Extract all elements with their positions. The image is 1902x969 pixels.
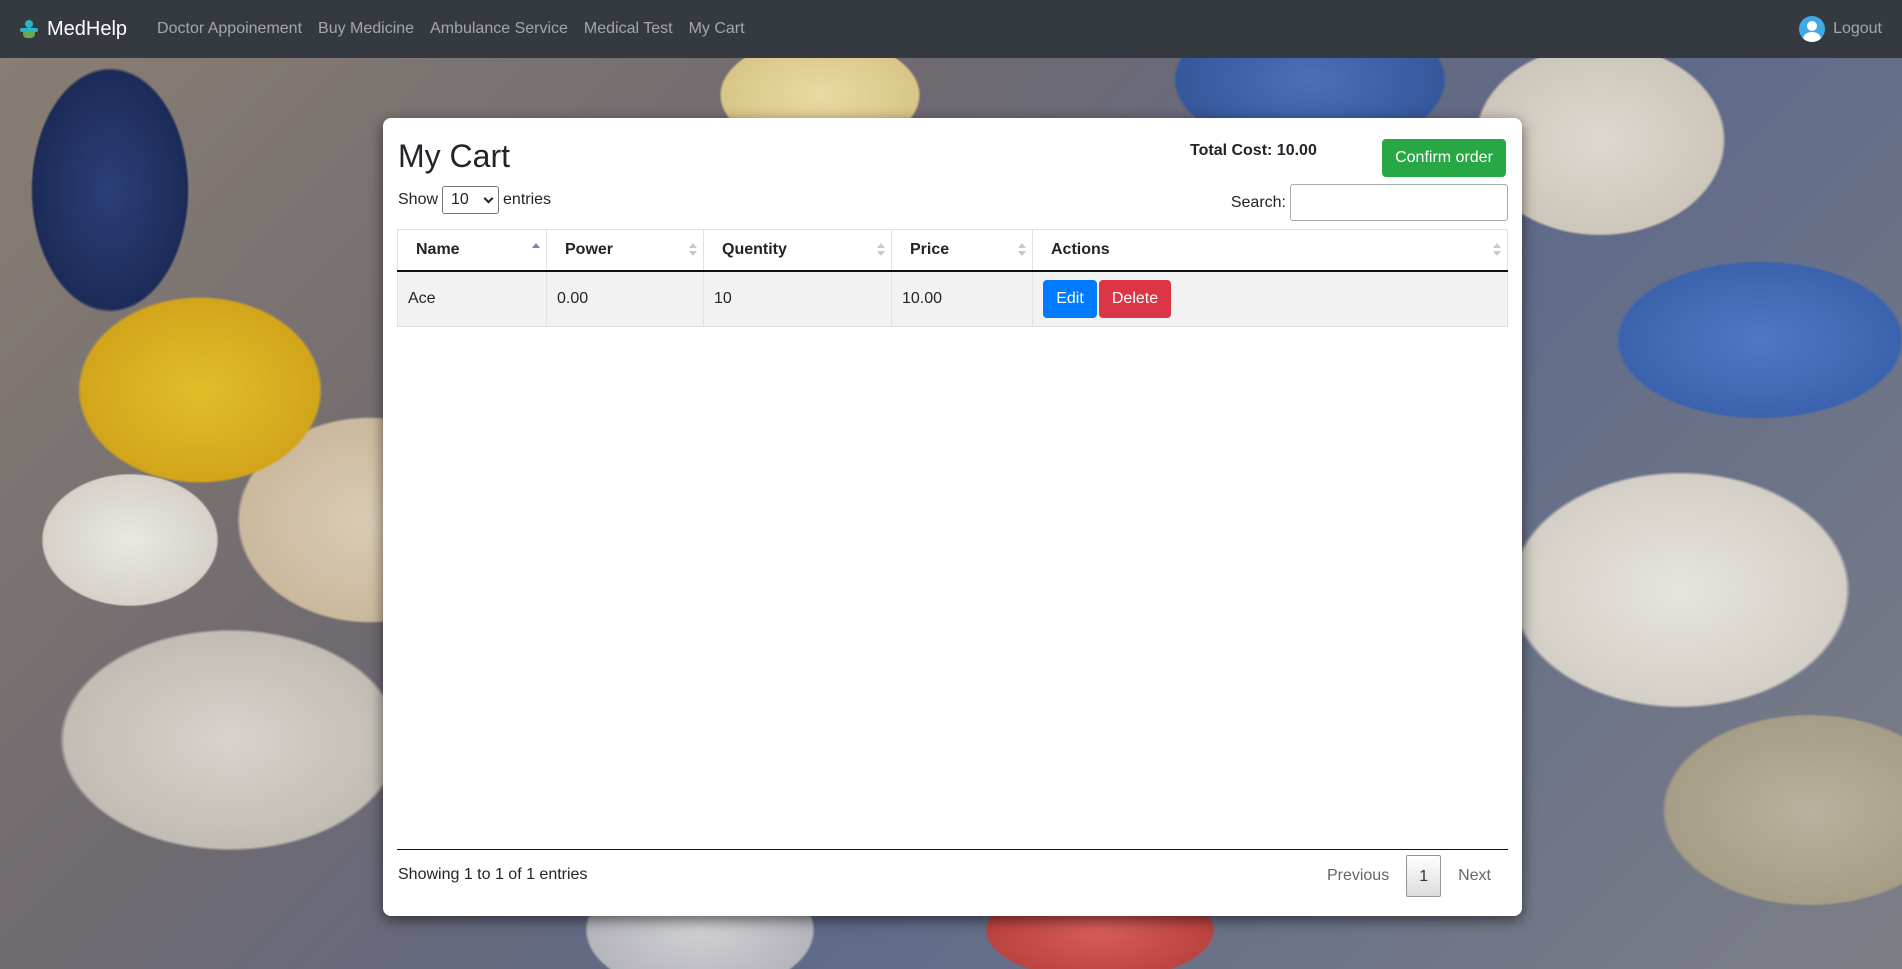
sort-icon <box>689 243 697 257</box>
column-header-actions[interactable]: Actions <box>1032 229 1508 272</box>
navbar: MedHelp Doctor Appoinement Buy Medicine … <box>0 0 1902 58</box>
cart-card: My Cart Total Cost: 10.00 Confirm order … <box>383 118 1522 916</box>
column-header-name[interactable]: Name <box>397 229 547 272</box>
nav-link-ambulance-service[interactable]: Ambulance Service <box>422 20 576 38</box>
confirm-order-button[interactable]: Confirm order <box>1382 139 1506 177</box>
logout-label: Logout <box>1833 20 1882 37</box>
search-label: Search: <box>1230 193 1286 211</box>
column-header-price[interactable]: Price <box>891 229 1033 272</box>
delete-button[interactable]: Delete <box>1099 279 1171 318</box>
page-title: My Cart <box>398 138 510 174</box>
logout-link[interactable]: Logout <box>1799 16 1882 42</box>
column-header-quantity[interactable]: Quentity <box>703 229 892 272</box>
entries-select[interactable]: 10 <box>442 186 500 214</box>
search-input[interactable] <box>1290 184 1508 221</box>
column-header-power-label: Power <box>565 240 614 258</box>
column-header-name-label: Name <box>416 240 460 258</box>
entries-select-value: 10 <box>451 191 469 208</box>
cell-actions: Edit Delete <box>1032 270 1508 327</box>
table-header-row: Name Power Quentity Price Actions <box>397 229 1508 272</box>
nav-link-medical-test[interactable]: Medical Test <box>576 20 681 38</box>
sort-icon <box>877 243 885 257</box>
sort-icon <box>1493 243 1501 257</box>
entries-label: entries <box>503 191 552 208</box>
pagination: Previous 1 Next <box>1310 855 1508 897</box>
previous-page-button[interactable]: Previous <box>1310 855 1406 897</box>
show-label: Show <box>398 191 439 208</box>
table-footer-divider <box>397 849 1508 850</box>
nav-link-doctor-appointment[interactable]: Doctor Appoinement <box>149 20 310 38</box>
table-info: Showing 1 to 1 of 1 entries <box>398 866 588 883</box>
brand[interactable]: MedHelp <box>20 18 127 41</box>
column-header-actions-label: Actions <box>1051 240 1110 258</box>
brand-name: MedHelp <box>47 17 128 40</box>
total-cost: Total Cost: 10.00 <box>1190 142 1317 159</box>
chevron-down-icon <box>483 193 494 203</box>
nav-links: Doctor Appoinement Buy Medicine Ambulanc… <box>149 20 753 38</box>
column-header-price-label: Price <box>910 240 950 258</box>
page-1-button[interactable]: 1 <box>1406 855 1442 897</box>
next-page-button[interactable]: Next <box>1441 855 1508 897</box>
user-avatar-icon <box>1799 16 1826 42</box>
sort-icon <box>1018 243 1026 257</box>
cart-table: Name Power Quentity Price Actions Ace 0.… <box>397 229 1508 327</box>
cell-power: 0.00 <box>546 270 704 327</box>
table-row: Ace 0.00 10 10.00 Edit Delete <box>397 270 1508 327</box>
column-header-quantity-label: Quentity <box>722 240 787 258</box>
entries-length-control: Show 10 entries <box>398 186 551 214</box>
cell-quantity: 10 <box>703 270 892 327</box>
edit-button[interactable]: Edit <box>1043 279 1097 318</box>
medical-logo-icon <box>20 20 38 38</box>
sort-ascending-icon <box>532 243 540 257</box>
cell-price: 10.00 <box>891 270 1033 327</box>
nav-link-buy-medicine[interactable]: Buy Medicine <box>310 20 422 38</box>
column-header-power[interactable]: Power <box>546 229 704 272</box>
search-control: Search: <box>1231 184 1508 221</box>
cell-name: Ace <box>397 270 547 327</box>
nav-link-my-cart[interactable]: My Cart <box>681 20 753 38</box>
